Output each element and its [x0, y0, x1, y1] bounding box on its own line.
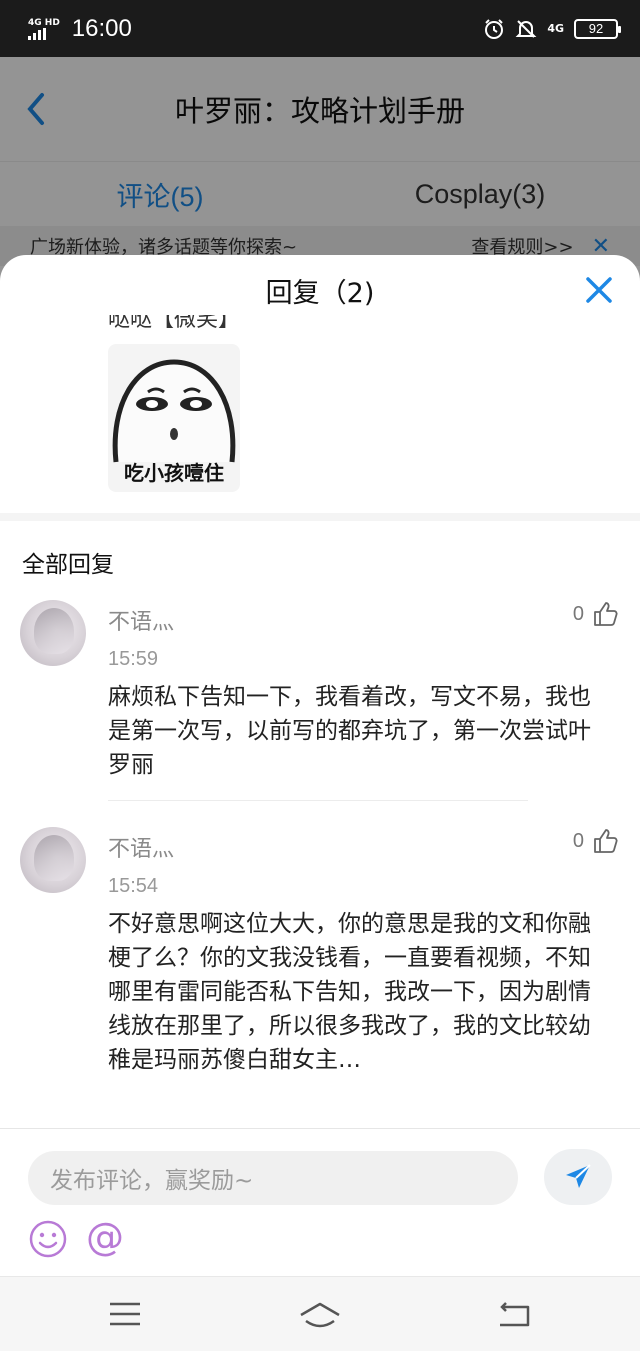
alarm-icon [485, 18, 504, 39]
mute-bell-icon [515, 19, 537, 38]
send-button[interactable] [544, 1149, 612, 1205]
clock: 16:00 [71, 14, 132, 42]
avatar[interactable] [20, 827, 86, 893]
status-bar: 4G HD 16:00 4G 92 [0, 0, 640, 57]
sheet-title: 回复（2) [265, 277, 375, 309]
reply-text: 麻烦私下告知一下，我看着改，写文不易，我也是第一次写，以前写的都弃坑了，第一次尝… [108, 684, 591, 778]
reply-text: 不好意思啊这位大大，你的意思是我的文和你融梗了么？你的文我没钱看，一直要看视频，… [108, 911, 591, 1073]
sticker-image[interactable]: 吃小孩噎住 [108, 344, 240, 492]
thumbs-up-icon [594, 829, 618, 853]
mention-icon[interactable]: @ [86, 1215, 124, 1259]
reply-time: 15:54 [108, 875, 159, 897]
avatar[interactable] [20, 600, 86, 666]
reply-time: 15:59 [108, 648, 159, 670]
reply-username[interactable]: 不语灬 [108, 604, 174, 636]
menu-icon[interactable] [108, 1301, 142, 1327]
emoji-icon[interactable] [28, 1219, 68, 1259]
replies-sheet: 回复（2) 哒哒【微笑】 吃小孩噎住 全部回复 不语灬 0 15:59 麻烦私下… [0, 255, 640, 1351]
home-icon[interactable] [298, 1301, 342, 1329]
sticker-face-icon [112, 359, 236, 463]
back-nav-icon[interactable] [496, 1301, 532, 1329]
sheet-header: 回复（2) [0, 255, 640, 325]
close-icon[interactable] [584, 275, 614, 305]
comment-input[interactable]: 发布评论，赢奖励~ [28, 1151, 518, 1205]
section-title: 全部回复 [22, 552, 114, 578]
like-count: 0 [572, 829, 584, 852]
data-type-indicator: 4G [547, 22, 564, 35]
reply-username[interactable]: 不语灬 [108, 831, 174, 863]
original-comment-text: 哒哒【微笑】 [108, 315, 241, 329]
reply-divider [108, 800, 528, 801]
comment-input-bar: 发布评论，赢奖励~ @ [0, 1128, 640, 1276]
like-count: 0 [572, 602, 584, 625]
battery-icon: 92 [574, 18, 621, 39]
like-button[interactable]: 0 [573, 827, 620, 855]
system-nav-bar [0, 1276, 640, 1351]
thumbs-up-icon [594, 602, 618, 626]
like-button[interactable]: 0 [573, 600, 620, 628]
signal-icon [28, 27, 46, 40]
section-divider [0, 513, 640, 521]
sticker-caption: 吃小孩噎住 [124, 461, 224, 485]
send-icon [566, 1164, 591, 1188]
network-indicator: 4G HD [28, 18, 60, 40]
